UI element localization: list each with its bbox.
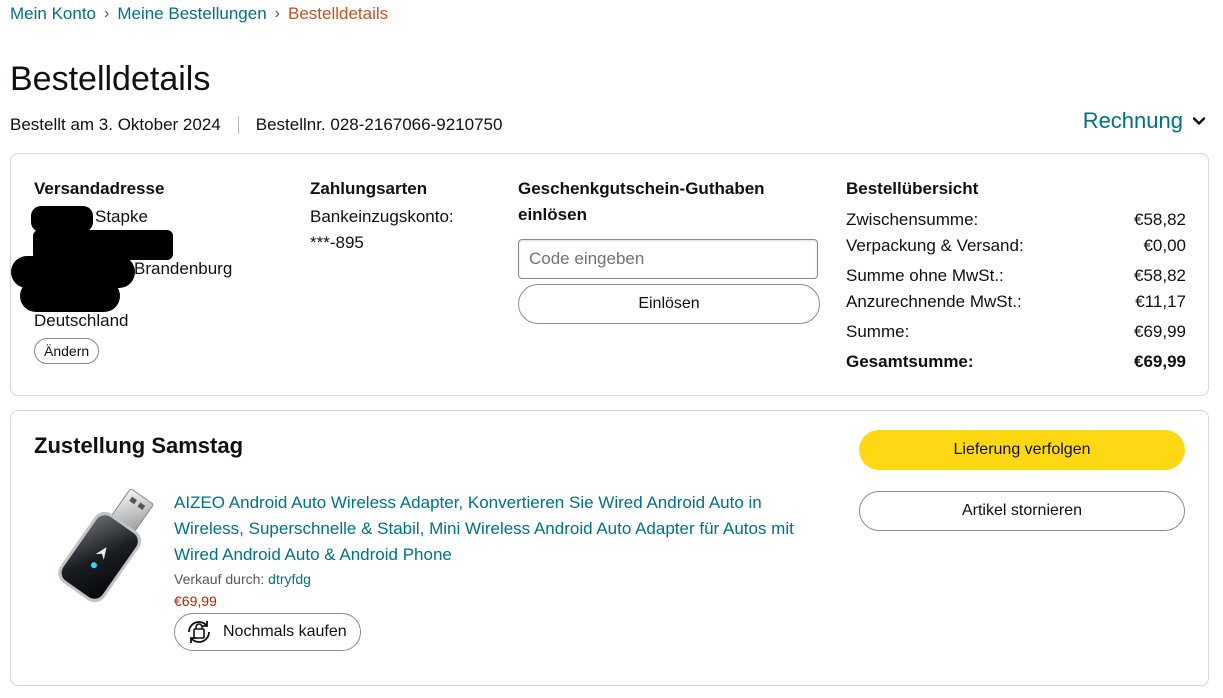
breadcrumb-my-orders[interactable]: Meine Bestellungen xyxy=(117,4,266,24)
chevron-down-icon xyxy=(1192,117,1206,125)
track-package-button[interactable]: Lieferung verfolgen xyxy=(859,430,1185,470)
summary-total-label: Gesamtsumme: xyxy=(846,352,974,371)
summary-value: €11,17 xyxy=(1135,292,1186,311)
shipping-address: Versandadresse Stapke Brandenburg Deutsc… xyxy=(11,176,294,364)
summary-row: Anzurechnende MwSt.: €11,17 xyxy=(846,289,1186,315)
redaction xyxy=(20,280,120,312)
breadcrumb-separator: › xyxy=(104,5,110,22)
summary-value: €69,99 xyxy=(1134,322,1186,341)
summary-row: Summe ohne MwSt.: €58,82 xyxy=(846,263,1186,289)
order-number: Bestellnr. 028-2167066-9210750 xyxy=(255,115,503,134)
seller-info: Verkauf durch: dtryfdg xyxy=(174,571,834,587)
gift-card-redeem: Geschenkgutschein-Guthaben einlösen Einl… xyxy=(518,176,820,324)
summary-row: Verpackung & Versand: €0,00 xyxy=(846,233,1186,259)
payment-account: ***-895 xyxy=(310,233,364,252)
product-price: €69,99 xyxy=(174,593,217,609)
redaction xyxy=(31,206,93,232)
buy-again-label: Nochmals kaufen xyxy=(223,623,347,640)
seller-link[interactable]: dtryfdg xyxy=(268,571,311,587)
summary-total-row: Gesamtsumme: €69,99 xyxy=(846,349,1186,375)
invoice-label: Rechnung xyxy=(1082,108,1183,133)
meta-divider xyxy=(237,116,239,134)
shipping-address-title: Versandadresse xyxy=(34,179,165,198)
order-meta: Bestellt am 3. Oktober 2024 Bestellnr. 0… xyxy=(10,115,502,135)
redeem-button[interactable]: Einlösen xyxy=(518,284,820,324)
payment-title: Zahlungsarten xyxy=(310,179,428,198)
order-date: Bestellt am 3. Oktober 2024 xyxy=(10,115,221,134)
change-address-button[interactable]: Ändern xyxy=(34,338,100,364)
payment-methods: Zahlungsarten Bankeinzugskonto: ***-895 xyxy=(310,176,500,256)
order-summary: Bestellübersicht Zwischensumme: €58,82 V… xyxy=(846,176,1186,375)
breadcrumb: Mein Konto › Meine Bestellungen › Bestel… xyxy=(10,4,388,24)
product-image[interactable] xyxy=(49,489,164,607)
shipment-card: Zustellung Samstag Lieferung verfolgen A… xyxy=(10,410,1209,686)
cancel-item-button[interactable]: Artikel stornieren xyxy=(859,491,1185,531)
summary-label: Summe: xyxy=(846,322,910,341)
summary-value: €58,82 xyxy=(1134,266,1186,285)
summary-label: Summe ohne MwSt.: xyxy=(846,266,1004,285)
product-title-link[interactable]: AIZEO Android Auto Wireless Adapter, Kon… xyxy=(174,490,834,568)
buy-again-button[interactable]: Nochmals kaufen xyxy=(174,613,361,651)
gift-title: Geschenkgutschein-Guthaben xyxy=(518,179,765,198)
gift-code-input[interactable] xyxy=(518,239,818,279)
buy-again-icon xyxy=(188,621,210,643)
order-info-card: Versandadresse Stapke Brandenburg Deutsc… xyxy=(10,153,1209,396)
seller-prefix: Verkauf durch: xyxy=(174,571,265,587)
payment-method: Bankeinzugskonto: xyxy=(310,207,454,226)
delivery-title: Zustellung Samstag xyxy=(34,433,244,458)
invoice-dropdown[interactable]: Rechnung xyxy=(1083,108,1207,134)
summary-title: Bestellübersicht xyxy=(846,179,979,198)
breadcrumb-my-account[interactable]: Mein Konto xyxy=(10,4,96,24)
breadcrumb-current: Bestelldetails xyxy=(287,4,389,23)
summary-row: Zwischensumme: €58,82 xyxy=(846,207,1186,233)
page-title: Bestelldetails xyxy=(10,60,211,98)
summary-label: Zwischensumme: xyxy=(846,210,979,229)
summary-value: €58,82 xyxy=(1134,210,1186,229)
summary-value: €0,00 xyxy=(1143,236,1186,255)
product-info: AIZEO Android Auto Wireless Adapter, Kon… xyxy=(174,490,834,653)
summary-label: Verpackung & Versand: xyxy=(846,236,1024,255)
gift-title-line2: einlösen xyxy=(518,205,587,224)
summary-row: Summe: €69,99 xyxy=(846,319,1186,345)
breadcrumb-separator: › xyxy=(274,5,280,22)
summary-label: Anzurechnende MwSt.: xyxy=(846,292,1022,311)
summary-total-value: €69,99 xyxy=(1134,352,1186,371)
